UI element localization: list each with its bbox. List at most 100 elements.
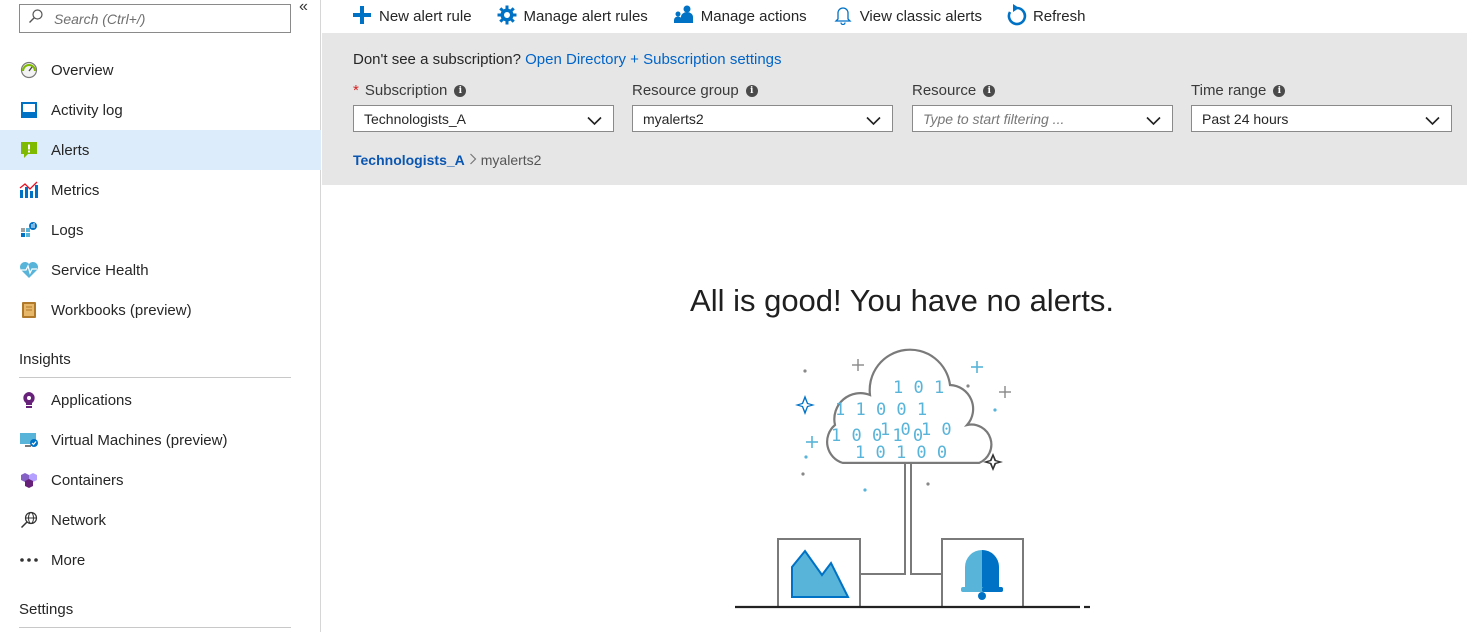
time-range-dropdown[interactable]: Past 24 hours — [1191, 105, 1452, 132]
view-classic-alerts-button[interactable]: View classic alerts — [834, 3, 982, 31]
sidebar-item-overview[interactable]: Overview — [0, 50, 321, 90]
no-alerts-illustration: 1 0 1 1 1 0 0 1 1 0 1 0 1 0 0 1 0 1 0 1 … — [735, 345, 1095, 615]
directory-subscription-settings-link[interactable]: Open Directory + Subscription settings — [525, 51, 781, 68]
resource-label: Resource i — [912, 82, 996, 99]
sidebar-item-containers[interactable]: Containers — [0, 460, 321, 500]
info-icon[interactable]: i — [983, 84, 996, 97]
activity-log-icon — [18, 99, 40, 121]
metrics-icon — [18, 179, 40, 201]
subscription-label-text: Subscription — [364, 82, 448, 99]
sidebar-item-label: Overview — [51, 61, 114, 79]
containers-icon — [18, 469, 40, 491]
sidebar-item-alerts[interactable]: Alerts — [0, 130, 321, 170]
sidebar-item-label: More — [51, 551, 86, 569]
breadcrumb: Technologists_A myalerts2 — [353, 152, 541, 168]
resource-label-text: Resource — [912, 82, 977, 99]
subscription-note: Don't see a subscription? Open Directory… — [353, 51, 782, 68]
sidebar-item-label: Network — [51, 511, 107, 529]
empty-state-title: All is good! You have no alerts. — [690, 283, 1114, 318]
network-icon — [18, 509, 40, 531]
sidebar-item-label: Activity log — [51, 101, 123, 119]
collapse-sidebar-button[interactable]: « — [299, 0, 308, 16]
manage-actions-label: Manage actions — [700, 8, 807, 25]
sidebar-item-activity-log[interactable]: Activity log — [0, 90, 321, 130]
subscription-dropdown[interactable]: Technologists_A — [353, 105, 614, 132]
filter-panel: Don't see a subscription? Open Directory… — [322, 33, 1467, 185]
sidebar-item-label: Containers — [51, 471, 124, 489]
view-classic-alerts-label: View classic alerts — [859, 8, 982, 25]
sidebar-item-logs[interactable]: Logs — [0, 210, 321, 250]
required-marker: * — [353, 82, 359, 99]
new-alert-rule-label: New alert rule — [379, 8, 472, 25]
sidebar-item-workbooks[interactable]: Workbooks (preview) — [0, 290, 321, 330]
chevron-down-icon — [1146, 113, 1161, 129]
plus-icon — [352, 5, 379, 29]
sidebar-item-applications[interactable]: Applications — [0, 380, 321, 420]
info-icon[interactable]: i — [745, 84, 758, 97]
info-icon[interactable]: i — [454, 84, 467, 97]
manage-alert-rules-button[interactable]: Manage alert rules — [497, 3, 648, 31]
overview-gauge-icon — [18, 59, 40, 81]
settings-heading: Settings — [19, 601, 74, 618]
alerts-icon — [18, 139, 40, 161]
cloud-digits-row: 1 1 0 0 1 — [835, 400, 927, 420]
resource-filter-dropdown[interactable] — [912, 105, 1173, 132]
time-range-label-text: Time range — [1191, 82, 1267, 99]
subscription-label: * Subscription i — [353, 82, 467, 99]
subscription-value: Technologists_A — [364, 110, 466, 127]
new-alert-rule-button[interactable]: New alert rule — [352, 3, 472, 31]
sidebar: « Overview Activity log Alerts Metrics — [0, 0, 321, 632]
gear-icon — [497, 5, 524, 29]
refresh-button[interactable]: Refresh — [1007, 3, 1086, 31]
breadcrumb-resource-group: myalerts2 — [480, 152, 542, 168]
breadcrumb-subscription-link[interactable]: Technologists_A — [353, 152, 465, 168]
more-dots-icon — [18, 549, 40, 571]
search-icon — [28, 8, 44, 29]
resource-group-dropdown[interactable]: myalerts2 — [632, 105, 893, 132]
manage-alert-rules-label: Manage alert rules — [523, 8, 648, 25]
manage-actions-button[interactable]: Manage actions — [673, 3, 807, 31]
insights-heading: Insights — [19, 351, 71, 368]
sidebar-item-metrics[interactable]: Metrics — [0, 170, 321, 210]
time-range-label: Time range i — [1191, 82, 1286, 99]
sidebar-item-network[interactable]: Network — [0, 500, 321, 540]
sidebar-item-label: Alerts — [51, 141, 90, 159]
info-icon[interactable]: i — [1273, 84, 1286, 97]
cloud-digits-row: 1 0 1 — [893, 378, 944, 398]
refresh-icon — [1007, 3, 1033, 30]
service-health-icon — [18, 259, 40, 281]
search-input[interactable] — [54, 10, 274, 27]
sidebar-item-label: Virtual Machines (preview) — [51, 431, 228, 449]
chevron-down-icon — [587, 113, 602, 129]
applications-icon — [18, 389, 40, 411]
command-bar: New alert rule Manage alert rules Manage… — [322, 0, 1467, 33]
sidebar-item-virtual-machines[interactable]: Virtual Machines (preview) — [0, 420, 321, 460]
sidebar-item-label: Service Health — [51, 261, 149, 279]
sidebar-item-label: Logs — [51, 221, 84, 239]
sidebar-item-more[interactable]: More — [0, 540, 321, 580]
resource-group-label: Resource group i — [632, 82, 758, 99]
virtual-machines-icon — [18, 429, 40, 451]
sidebar-item-label: Workbooks (preview) — [51, 301, 192, 319]
sidebar-item-label: Metrics — [51, 181, 100, 199]
chevron-down-icon — [866, 113, 881, 129]
time-range-value: Past 24 hours — [1202, 110, 1289, 127]
people-icon — [673, 5, 701, 29]
resource-filter-input[interactable] — [923, 110, 1133, 127]
sidebar-item-label: Applications — [51, 391, 132, 409]
logs-icon — [18, 219, 40, 241]
insights-divider — [19, 377, 291, 378]
cloud-digits-row: 1 0 1 0 0 — [855, 443, 947, 463]
workbooks-icon — [18, 299, 40, 321]
chevron-down-icon — [1425, 113, 1440, 129]
settings-divider — [19, 627, 291, 628]
alerts-page: « Overview Activity log Alerts Metrics — [0, 0, 1467, 632]
resource-group-value: myalerts2 — [643, 110, 704, 127]
subscription-note-text: Don't see a subscription? — [353, 51, 521, 68]
sidebar-search[interactable] — [19, 4, 291, 33]
resource-group-label-text: Resource group — [632, 82, 739, 99]
chevron-right-icon — [469, 152, 477, 168]
bell-icon — [834, 5, 860, 29]
sidebar-item-service-health[interactable]: Service Health — [0, 250, 321, 290]
refresh-label: Refresh — [1032, 8, 1086, 25]
